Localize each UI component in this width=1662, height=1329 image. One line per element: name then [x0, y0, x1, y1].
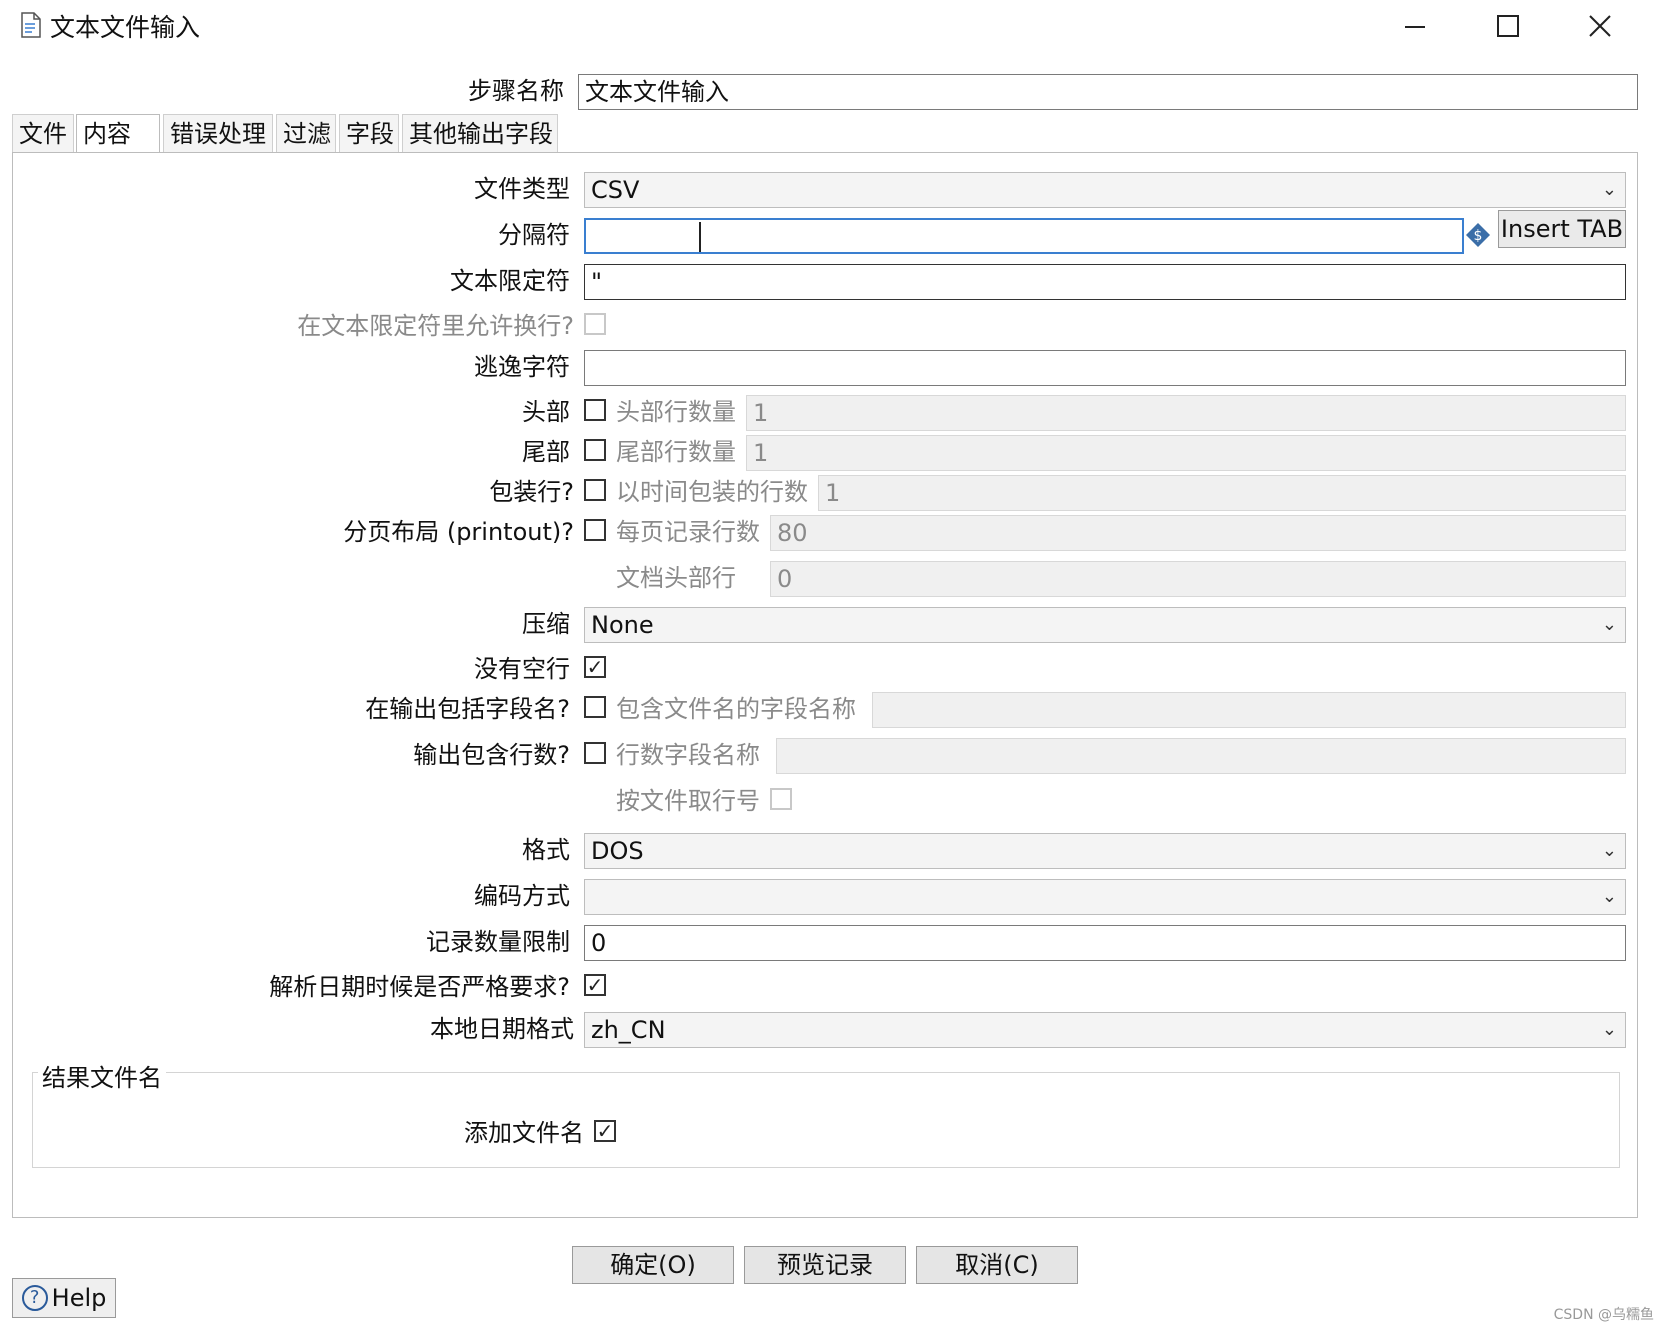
separator-label: 分隔符	[498, 221, 570, 249]
compression-value: None	[591, 611, 654, 639]
footer-rows-input: 1	[746, 435, 1626, 471]
text-cursor	[699, 222, 701, 252]
locale-label: 本地日期格式	[430, 1015, 574, 1043]
tab-filter[interactable]: 过滤	[276, 114, 336, 152]
step-name-input[interactable]: 文本文件输入	[578, 74, 1638, 110]
watermark: CSDN @乌糯鱼	[1553, 1307, 1654, 1323]
preview-button[interactable]: 预览记录	[744, 1246, 906, 1284]
tab-error-handling[interactable]: 错误处理	[163, 114, 273, 152]
include-filename-label: 在输出包括字段名?	[365, 695, 570, 723]
file-type-select[interactable]: CSV ⌄	[584, 172, 1626, 208]
tab-fields[interactable]: 字段	[339, 114, 399, 152]
format-label: 格式	[522, 836, 570, 864]
compression-label: 压缩	[522, 610, 570, 638]
filename-field-input	[872, 692, 1626, 728]
lines-per-page-label: 每页记录行数	[616, 518, 760, 546]
compression-select[interactable]: None ⌄	[584, 607, 1626, 643]
variable-dollar-icon[interactable]: $	[1464, 221, 1492, 253]
escape-input[interactable]	[584, 350, 1626, 386]
escape-label: 逃逸字符	[474, 353, 570, 381]
doc-header-label: 文档头部行	[616, 564, 736, 592]
strict-date-checkbox[interactable]: ✓	[584, 974, 606, 996]
header-rows-label: 头部行数量	[616, 398, 736, 426]
encoding-select[interactable]: ⌄	[584, 879, 1626, 915]
header-label: 头部	[522, 398, 570, 426]
format-select[interactable]: DOS ⌄	[584, 833, 1626, 869]
no-empty-lines-checkbox[interactable]: ✓	[584, 656, 606, 678]
wrap-checkbox[interactable]	[584, 479, 606, 501]
footer-label: 尾部	[522, 438, 570, 466]
help-button[interactable]: ? Help	[12, 1278, 116, 1318]
tab-panel	[12, 152, 1638, 1218]
allow-breaks-checkbox	[584, 313, 606, 335]
separator-input[interactable]	[584, 218, 1464, 254]
footer-checkbox[interactable]	[584, 439, 606, 461]
result-filename-group	[32, 1072, 1620, 1168]
footer-rows-label: 尾部行数量	[616, 438, 736, 466]
paged-label: 分页布局 (printout)?	[343, 518, 574, 546]
help-icon: ?	[21, 1285, 48, 1311]
chevron-down-icon: ⌄	[1601, 179, 1617, 200]
title-bar: 文本文件输入	[0, 0, 1662, 52]
wrap-label: 包装行?	[489, 478, 574, 506]
rownum-by-file-checkbox	[770, 788, 792, 810]
insert-tab-button[interactable]: Insert TAB	[1498, 210, 1626, 248]
rownum-by-file-label: 按文件取行号	[616, 787, 760, 815]
limit-label: 记录数量限制	[426, 928, 570, 956]
strict-date-label: 解析日期时候是否严格要求?	[269, 973, 570, 1001]
help-label: Help	[51, 1284, 107, 1312]
cancel-button[interactable]: 取消(C)	[916, 1246, 1078, 1284]
lines-per-page-input: 80	[770, 515, 1626, 551]
doc-header-input: 0	[770, 561, 1626, 597]
header-rows-input: 1	[746, 395, 1626, 431]
locale-value: zh_CN	[591, 1016, 666, 1044]
result-filename-group-title: 结果文件名	[38, 1058, 166, 1093]
include-rownum-label: 输出包含行数?	[413, 741, 570, 769]
include-filename-checkbox[interactable]	[584, 696, 606, 718]
maximize-button[interactable]	[1468, 0, 1548, 52]
wrap-rows-input: 1	[818, 475, 1626, 511]
minimize-button[interactable]	[1375, 0, 1455, 52]
ok-button[interactable]: 确定(O)	[572, 1246, 734, 1284]
allow-breaks-label: 在文本限定符里允许换行?	[297, 312, 574, 340]
file-type-label: 文件类型	[474, 175, 570, 203]
step-name-label: 步骤名称	[468, 77, 564, 105]
document-icon	[20, 12, 42, 42]
window-title: 文本文件输入	[50, 13, 201, 42]
format-value: DOS	[591, 837, 644, 865]
no-empty-lines-label: 没有空行	[474, 655, 570, 683]
chevron-down-icon: ⌄	[1601, 1019, 1617, 1040]
rownum-field-input	[776, 738, 1626, 774]
include-rownum-checkbox[interactable]	[584, 742, 606, 764]
add-filename-checkbox[interactable]: ✓	[594, 1120, 616, 1142]
tab-content[interactable]: 内容	[76, 114, 160, 152]
close-button[interactable]	[1560, 0, 1640, 52]
tab-other-output-fields[interactable]: 其他输出字段	[402, 114, 558, 152]
file-type-value: CSV	[591, 176, 640, 204]
wrap-rows-label: 以时间包装的行数	[616, 478, 808, 506]
rownum-field-label: 行数字段名称	[616, 741, 760, 769]
svg-text:$: $	[1474, 228, 1483, 244]
enclosure-label: 文本限定符	[450, 267, 570, 295]
header-checkbox[interactable]	[584, 399, 606, 421]
enclosure-input[interactable]: "	[584, 264, 1626, 300]
chevron-down-icon: ⌄	[1601, 886, 1617, 907]
encoding-label: 编码方式	[474, 882, 570, 910]
chevron-down-icon: ⌄	[1601, 840, 1617, 861]
limit-input[interactable]: 0	[584, 925, 1626, 961]
paged-checkbox[interactable]	[584, 519, 606, 541]
tab-file[interactable]: 文件	[12, 114, 74, 152]
filename-field-label: 包含文件名的字段名称	[616, 695, 856, 723]
chevron-down-icon: ⌄	[1601, 614, 1617, 635]
locale-select[interactable]: zh_CN ⌄	[584, 1012, 1626, 1048]
add-filename-label: 添加文件名	[464, 1119, 584, 1147]
